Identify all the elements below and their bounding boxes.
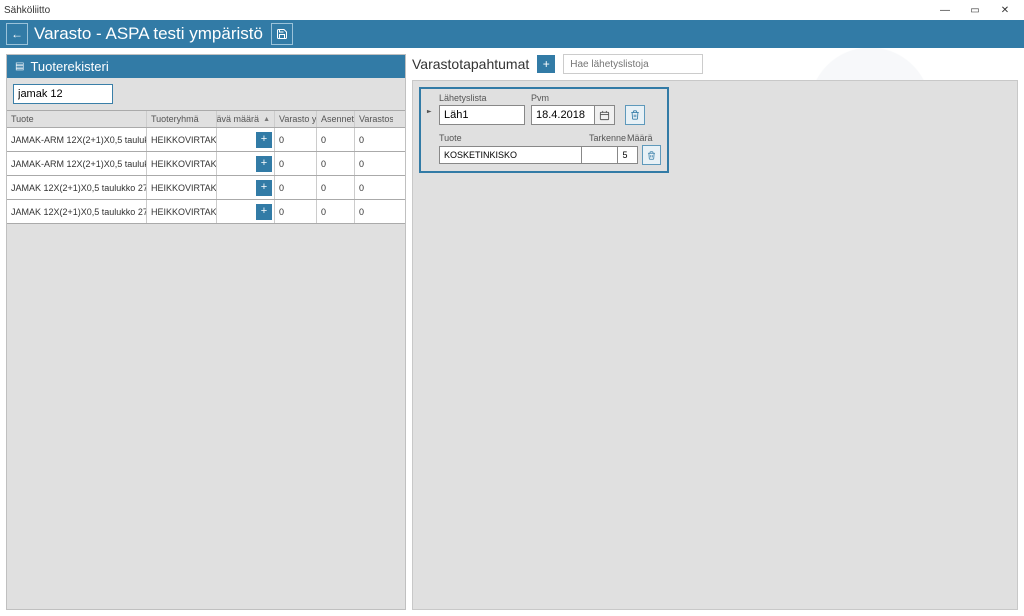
subcol-tuote: Tuote [439,133,589,143]
pvm-input[interactable] [531,105,595,125]
cell-lisa: + [217,152,275,175]
cell-asen: 0 [317,200,355,223]
cell-asen: 0 [317,176,355,199]
grid-empty-area [7,224,405,609]
date-input-group [531,105,615,125]
grid-header: Tuote Tuoteryhmä Lisättävä määrä▲ Varast… [7,110,405,128]
list-icon: ▤ [15,61,24,72]
cell-tuote: JAMAK 12X(2+1)X0,5 taulukko 2710.11 [7,200,147,223]
stock-events-header: Varastotapahtumat + [412,54,1018,80]
window-titlebar: Sähköliitto — ▭ ✕ [0,0,1024,20]
minimize-button[interactable]: — [930,0,960,20]
table-row[interactable]: JAMAK 12X(2+1)X0,5 taulukko 2715.11 HEIK… [7,176,405,200]
table-row[interactable]: JAMAK-ARM 12X(2+1)X0,5 taulukko 2710.13 … [7,152,405,176]
lahetyslista-label: Lähetyslista [439,93,525,103]
delete-line-button[interactable] [642,145,661,165]
column-varasto-yht[interactable]: Varasto yht [275,111,317,127]
cell-asen: 0 [317,128,355,151]
column-tuote[interactable]: Tuote [7,111,147,127]
column-asennettu[interactable]: Asennettu [317,111,355,127]
stock-events-body: ▼ Lähetyslista Pvm [412,80,1018,610]
line-maara[interactable]: 5 [618,146,637,164]
card-actions [621,93,645,125]
cell-var: 0 [355,152,393,175]
panel-header: ▤ Tuoterekisteri [7,55,405,78]
calendar-button[interactable] [595,105,615,125]
cell-asen: 0 [317,152,355,175]
subcol-tarkenne: Tarkenne [589,133,627,143]
cell-lisa: + [217,200,275,223]
line-tuote[interactable]: KOSKETINKISKO [439,146,582,164]
save-button[interactable] [271,23,293,45]
card-lines: Tuote Tarkenne Määrä KOSKETINKISKO 5 [439,131,667,171]
app-header: ← Varasto - ASPA testi ympäristö [0,20,1024,48]
cell-yht: 0 [275,152,317,175]
search-row [7,78,405,110]
collapse-icon[interactable]: ▼ [424,109,433,115]
trash-icon [630,110,640,120]
cell-ryhma: HEIKKOVIRTAKAAPELI [147,200,217,223]
cell-var: 0 [355,128,393,151]
lahetyslista-input[interactable] [439,105,525,125]
calendar-icon [599,110,610,121]
cell-lisa: + [217,128,275,151]
back-button[interactable]: ← [6,23,28,45]
delete-card-button[interactable] [625,105,645,125]
stock-events-title: Varastotapahtumat [412,56,529,72]
cell-var: 0 [355,176,393,199]
subcol-maara: Määrä [627,133,647,143]
product-search-input[interactable] [13,84,113,104]
card-header-row: ▼ Lähetyslista Pvm [421,89,667,131]
card-line-row: KOSKETINKISKO 5 [439,145,661,165]
panel-title: Tuoterekisteri [30,59,108,74]
sort-up-icon: ▲ [263,116,270,123]
add-qty-button[interactable]: + [256,180,272,196]
cell-tuote: JAMAK-ARM 12X(2+1)X0,5 taulukko 2710.13 [7,152,147,175]
add-qty-button[interactable]: + [256,204,272,220]
line-tarkenne[interactable] [582,146,619,164]
save-icon [276,28,288,40]
pvm-field: Pvm [531,93,615,125]
cell-yht: 0 [275,176,317,199]
cell-tuote: JAMAK-ARM 12X(2+1)X0,5 taulukko 2715.13 [7,128,147,151]
close-button[interactable]: ✕ [990,0,1020,20]
add-qty-button[interactable]: + [256,156,272,172]
stock-events-panel: Varastotapahtumat + ▼ Lähetyslista Pvm [412,54,1018,610]
pvm-label: Pvm [531,93,615,103]
table-row[interactable]: JAMAK 12X(2+1)X0,5 taulukko 2710.11 HEIK… [7,200,405,224]
lahetyslista-field: Lähetyslista [439,93,525,125]
cell-lisa: + [217,176,275,199]
add-qty-button[interactable]: + [256,132,272,148]
cell-ryhma: HEIKKOVIRTAKAAPELI [147,152,217,175]
delivery-card: ▼ Lähetyslista Pvm [419,87,669,173]
cell-ryhma: HEIKKOVIRTAKAAPELI [147,128,217,151]
page-title: Varasto - ASPA testi ympäristö [34,24,263,44]
product-grid: Tuote Tuoteryhmä Lisättävä määrä▲ Varast… [7,110,405,224]
column-lisattava[interactable]: Lisättävä määrä▲ [217,111,275,127]
card-lines-header: Tuote Tarkenne Määrä [439,131,661,145]
content-area: ▤ Tuoterekisteri Tuote Tuoteryhmä Lisätt… [0,48,1024,616]
table-row[interactable]: JAMAK-ARM 12X(2+1)X0,5 taulukko 2715.13 … [7,128,405,152]
column-varastossa[interactable]: Varastossa [355,111,393,127]
cell-ryhma: HEIKKOVIRTAKAAPELI [147,176,217,199]
filter-input[interactable] [563,54,703,74]
product-register-panel: ▤ Tuoterekisteri Tuote Tuoteryhmä Lisätt… [6,54,406,610]
cell-tuote: JAMAK 12X(2+1)X0,5 taulukko 2715.11 [7,176,147,199]
maximize-button[interactable]: ▭ [960,0,990,20]
add-event-button[interactable]: + [537,55,555,73]
app-name: Sähköliitto [4,5,930,16]
trash-icon [647,151,656,160]
cell-yht: 0 [275,200,317,223]
window-controls: — ▭ ✕ [930,0,1020,20]
cell-yht: 0 [275,128,317,151]
cell-var: 0 [355,200,393,223]
column-ryhma[interactable]: Tuoteryhmä [147,111,217,127]
